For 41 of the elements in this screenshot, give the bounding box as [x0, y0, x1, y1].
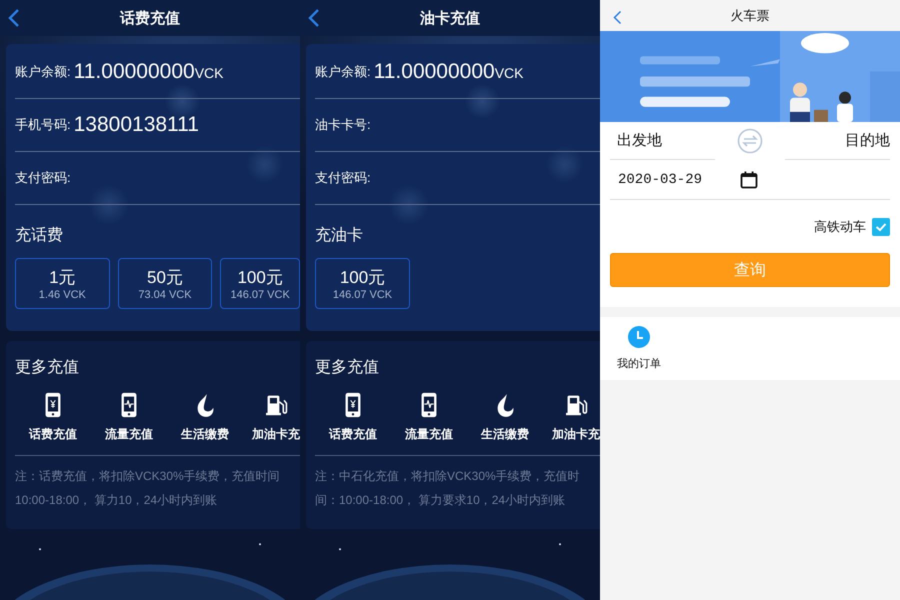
amount-option[interactable]: 1元 1.46 VCK — [15, 258, 110, 309]
page-title: 话费充值 — [120, 8, 180, 28]
shortcut-item[interactable]: 生活缴费 — [167, 392, 243, 443]
note-text: 注：话费充值，将扣除VCK30%手续费，充值时间 10:00-18:00， 算力10，24小时内到账 — [15, 468, 281, 509]
section-title: 充话费 — [15, 226, 64, 246]
field-label: 账户余额: — [15, 63, 71, 81]
departure-field[interactable]: 出发地 — [610, 122, 715, 160]
field-label: 手机号码: — [15, 116, 71, 134]
field-value: 13800138111 — [74, 113, 199, 137]
shortcut-item[interactable]: 流量充值 — [391, 392, 467, 443]
section-title: 更多充值 — [315, 358, 380, 378]
clock-icon — [628, 326, 650, 348]
note-text: 注：中石化充值，将扣除VCK30%手续费，充值时 间：10:00-18:00， 算力要求10，24小时内到账 — [315, 468, 581, 509]
page-title: 火车票 — [730, 6, 770, 24]
field-label: 支付密码: — [315, 169, 371, 187]
shortcut-item[interactable]: 话费充值 — [315, 392, 391, 443]
field-value: 11.00000000VCK — [74, 60, 224, 84]
amount-option[interactable]: 100元 146.07 VCK — [315, 258, 410, 309]
orders-item[interactable]: 我的订单 — [617, 326, 661, 371]
field-value: 11.00000000VCK — [374, 60, 524, 84]
shortcut-item[interactable]: 加油卡充 — [243, 392, 300, 443]
section-title: 更多充值 — [15, 358, 80, 378]
shortcut-item[interactable]: 话费充值 — [15, 392, 91, 443]
shortcut-item[interactable]: 流量充值 — [91, 392, 167, 443]
amount-option[interactable]: 100元 146.07 VCK — [220, 258, 300, 309]
shortcut-item[interactable]: 生活缴费 — [467, 392, 543, 443]
checkbox[interactable] — [872, 218, 890, 236]
back-icon[interactable] — [613, 10, 622, 25]
amount-option[interactable]: 50元 73.04 VCK — [118, 258, 212, 309]
checkbox-label: 高铁动车 — [814, 218, 866, 236]
shortcut-item[interactable]: 加油卡充 — [543, 392, 600, 443]
field-label: 支付密码: — [15, 169, 71, 187]
calendar-icon[interactable] — [740, 170, 758, 188]
field-label: 账户余额: — [315, 63, 371, 81]
section-title: 充油卡 — [315, 226, 364, 246]
date-field[interactable]: 2020-03-29 — [618, 172, 740, 188]
back-icon[interactable] — [308, 8, 320, 28]
page-title: 油卡充值 — [420, 8, 480, 28]
field-label: 油卡卡号: — [315, 116, 371, 134]
destination-field[interactable]: 目的地 — [785, 122, 890, 160]
back-icon[interactable] — [8, 8, 20, 28]
